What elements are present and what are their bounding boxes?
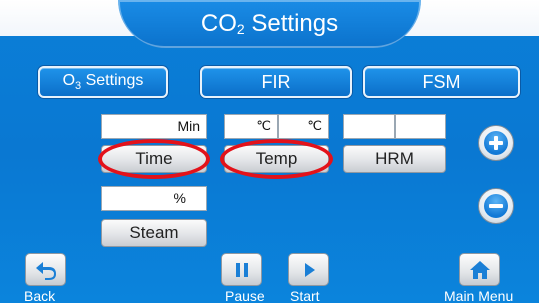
- temp-unit-2: ℃: [307, 118, 322, 133]
- temp-button-label: Temp: [255, 149, 298, 168]
- start-caption: Start: [290, 288, 320, 303]
- page-title-main: CO: [200, 10, 237, 37]
- hrm-button[interactable]: HRM: [343, 145, 446, 173]
- time-unit: Min: [177, 118, 200, 134]
- time-button-label: Time: [135, 149, 173, 168]
- start-button[interactable]: [288, 253, 329, 286]
- temp-field-1[interactable]: ℃: [224, 114, 278, 139]
- fir-button[interactable]: FIR: [200, 66, 352, 98]
- temp-unit-1: ℃: [256, 118, 271, 133]
- steam-button-label: Steam: [129, 223, 179, 242]
- pause-button[interactable]: [221, 253, 262, 286]
- steam-field[interactable]: %: [101, 186, 207, 211]
- fsm-label: FSM: [422, 71, 461, 92]
- o3-settings-button[interactable]: O3 Settings: [38, 66, 168, 98]
- hrm-field-1[interactable]: [343, 114, 395, 139]
- back-arrow-icon: [35, 261, 56, 280]
- steam-button[interactable]: Steam: [101, 219, 207, 247]
- co2-settings-screen: CO2 Settings O3 Settings FIR FSM Min ℃ ℃…: [0, 0, 539, 303]
- back-button[interactable]: [25, 253, 66, 286]
- o3-label-main: O: [62, 71, 76, 89]
- page-title-subscript: 2: [236, 21, 245, 37]
- back-caption: Back: [24, 288, 56, 303]
- fsm-button[interactable]: FSM: [363, 66, 520, 98]
- temp-field-2[interactable]: ℃: [278, 114, 329, 139]
- decrease-button[interactable]: [478, 188, 514, 224]
- page-title-rest: Settings: [244, 10, 339, 37]
- minus-icon: [484, 194, 508, 218]
- steam-unit: %: [173, 190, 186, 206]
- temp-button[interactable]: Temp: [224, 145, 329, 173]
- o3-settings-label: O3 Settings: [63, 72, 144, 92]
- main-menu-button[interactable]: [459, 253, 500, 286]
- o3-label-rest: Settings: [81, 71, 144, 89]
- time-button[interactable]: Time: [101, 145, 207, 173]
- play-icon: [304, 262, 315, 277]
- page-title: CO2 Settings: [118, 10, 421, 43]
- hrm-button-label: HRM: [375, 149, 414, 168]
- pause-icon: [235, 262, 248, 277]
- fir-label: FIR: [261, 71, 291, 92]
- home-icon: [469, 260, 490, 279]
- increase-button[interactable]: [478, 125, 514, 161]
- plus-icon: [484, 131, 508, 155]
- hrm-field-2[interactable]: [395, 114, 446, 139]
- main-menu-caption: Main Menu: [444, 288, 514, 303]
- pause-caption: Pause: [225, 288, 265, 303]
- time-field[interactable]: Min: [101, 114, 207, 139]
